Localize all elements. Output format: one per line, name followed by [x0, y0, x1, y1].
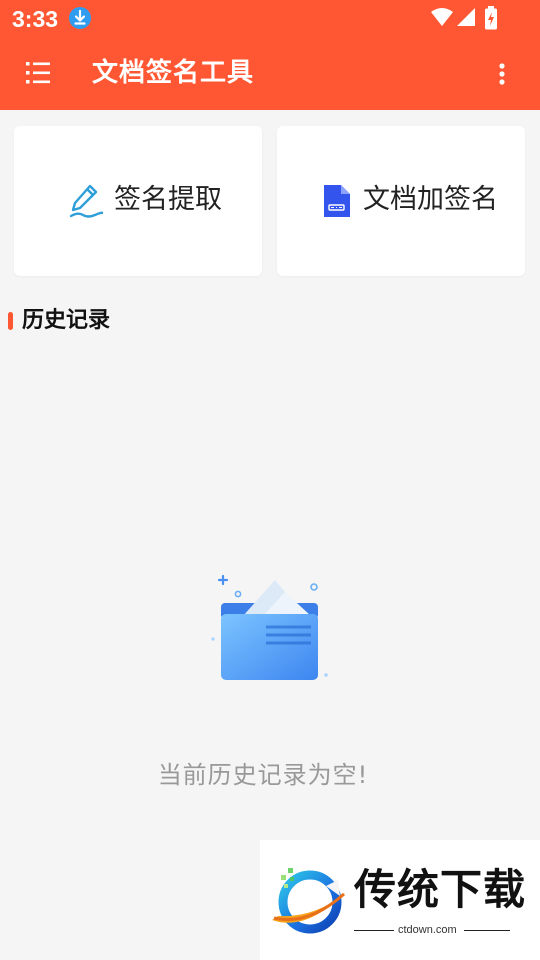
list-menu-icon	[26, 62, 50, 84]
wifi-icon	[431, 8, 453, 26]
download-icon	[69, 7, 91, 29]
document-sign-label: 文档加签名	[363, 184, 498, 215]
battery-charging-icon	[485, 6, 497, 30]
status-time: 3:33	[12, 6, 59, 32]
more-options-button[interactable]	[482, 50, 522, 98]
signature-pen-icon	[69, 184, 104, 218]
section-accent-bar	[8, 312, 13, 330]
watermark-line-right	[464, 930, 510, 931]
ctdown-logo	[272, 868, 346, 934]
app-title: 文档签名工具	[92, 58, 255, 88]
empty-folder-icon	[211, 574, 328, 680]
more-vertical-icon	[499, 63, 505, 85]
document-icon	[324, 185, 350, 217]
watermark-url: ctdown.com	[398, 924, 457, 936]
watermark-line-left	[354, 930, 394, 931]
history-title: 历史记录	[22, 308, 111, 333]
status-bar: 3:33	[0, 0, 540, 38]
menu-button[interactable]	[14, 50, 62, 98]
watermark: 传统下载 ctdown.com	[260, 840, 540, 960]
document-sign-card[interactable]: 文档加签名	[277, 126, 525, 276]
app-bar: 文档签名工具	[0, 38, 540, 110]
signature-extract-label: 签名提取	[114, 184, 222, 215]
signature-extract-card[interactable]: 签名提取	[14, 126, 262, 276]
watermark-brand: 传统下载	[354, 865, 527, 914]
empty-history-text: 当前历史记录为空!	[157, 761, 369, 789]
signal-icon	[457, 8, 475, 26]
